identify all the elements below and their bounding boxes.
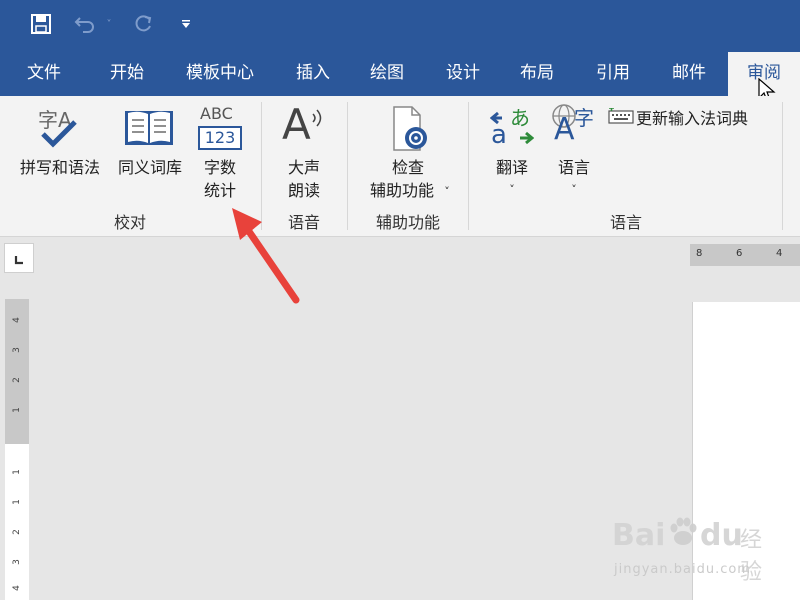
paw-icon <box>670 517 697 545</box>
watermark-brand: Bai <box>612 518 666 553</box>
annotation-arrow <box>232 208 300 304</box>
watermark-brand2: du <box>700 518 743 553</box>
watermark-url: jingyan.baidu.com <box>614 562 751 577</box>
